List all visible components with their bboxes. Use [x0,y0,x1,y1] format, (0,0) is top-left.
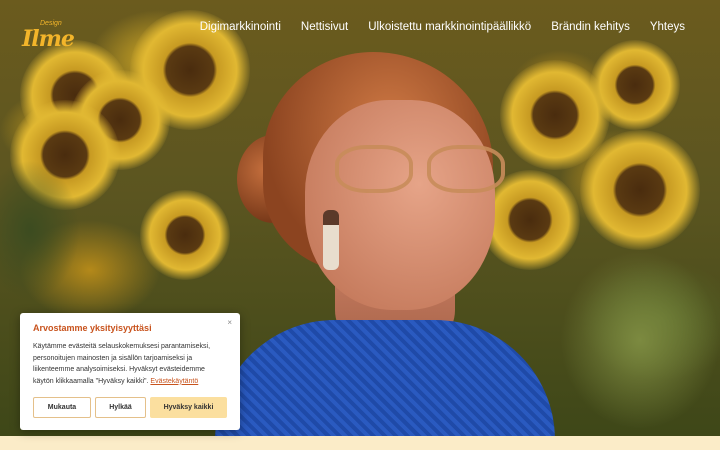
nav-ulkoistettu-markkinointipaallikko[interactable]: Ulkoistettu markkinointipäällikkö [368,21,531,33]
sunflower [590,40,680,130]
nav-nettisivut[interactable]: Nettisivut [301,21,348,33]
main-nav: Digimarkkinointi Nettisivut Ulkoistettu … [200,21,685,33]
footer-strip [0,436,720,450]
glasses [335,145,510,195]
glasses-lens-left [335,145,413,193]
cookie-buttons: Mukauta Hylkää Hyväksy kaikki [33,397,227,418]
glasses-lens-right [427,145,505,193]
blue-shirt [215,320,555,436]
cookie-text: Käytämme evästeitä selauskokemuksesi par… [33,341,227,387]
logo[interactable]: Design Ilme [22,20,75,52]
portrait-person [215,30,555,436]
sunflower [580,130,700,250]
nav-brandin-kehitys[interactable]: Brändin kehitys [551,21,630,33]
face [305,100,495,310]
cookie-consent-dialog: × Arvostamme yksityisyyttäsi Käytämme ev… [20,313,240,430]
leaf [560,250,720,430]
reject-button[interactable]: Hylkää [95,397,146,418]
cookie-policy-link[interactable]: Evästekäytäntö [150,378,198,385]
close-icon[interactable]: × [227,318,232,327]
accept-all-button[interactable]: Hyväksy kaikki [150,397,227,418]
nav-yhteys[interactable]: Yhteys [650,21,685,33]
cookie-title: Arvostamme yksityisyyttäsi [33,323,152,333]
customize-button[interactable]: Mukauta [33,397,91,418]
logo-text: Ilme [22,26,75,52]
earring [323,210,339,270]
nav-digimarkkinointi[interactable]: Digimarkkinointi [200,21,281,33]
